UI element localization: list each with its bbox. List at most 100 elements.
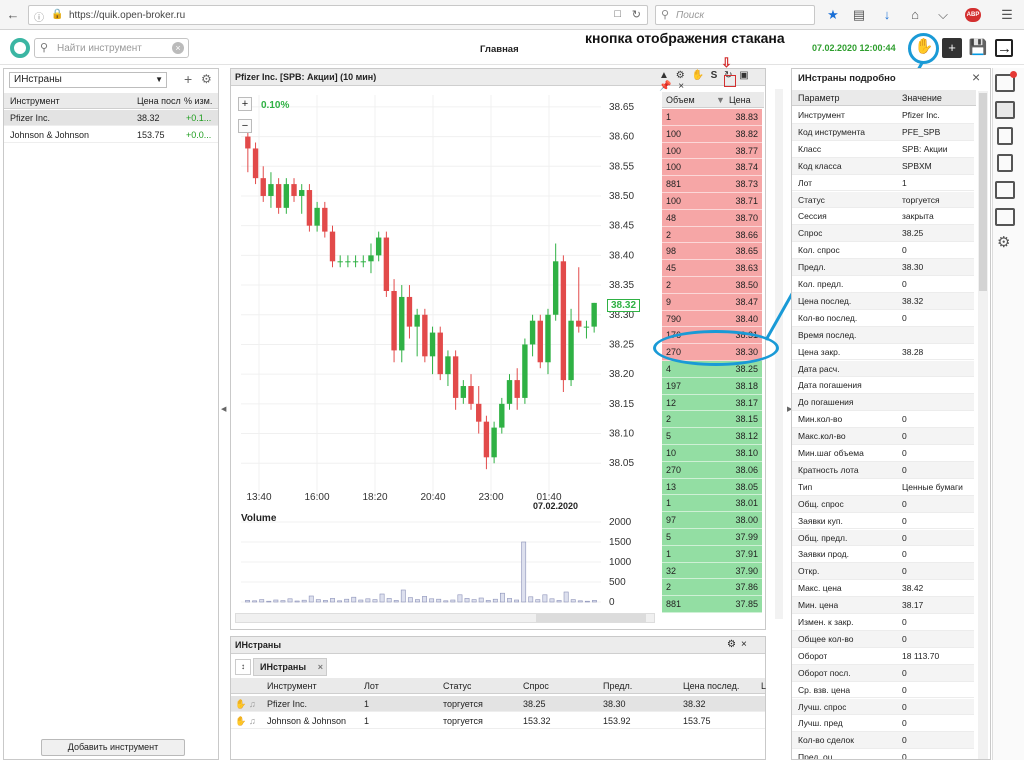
add-icon[interactable]: + [942, 38, 962, 58]
save-icon[interactable]: 💾 [968, 38, 988, 58]
orderbook-row-sell[interactable]: 45 38.63 [662, 260, 762, 277]
close-icon[interactable]: × [741, 639, 747, 650]
col-price[interactable]: Цена [729, 92, 751, 108]
orderbook-row-sell[interactable]: 100 38.77 [662, 142, 762, 160]
orderbook-row-buy[interactable]: 197 38.18 [662, 377, 762, 395]
orderbook-row-buy[interactable]: 5 38.12 [662, 428, 762, 445]
col-lot[interactable]: Лот [364, 678, 379, 694]
tab-instruments[interactable]: ИНстраны × [253, 658, 327, 676]
chart-icon[interactable] [997, 154, 1013, 172]
orderbook-row-buy[interactable]: 270 38.06 [662, 461, 762, 479]
orderbook-row-sell[interactable]: 100 38.82 [662, 125, 762, 143]
orderbook-row-sell[interactable]: 9 38.47 [662, 293, 762, 311]
url-bar[interactable]: ⓘ 🔒 https://quik.open-broker.ru □ ↻ [28, 5, 648, 25]
orderbook-row-sell[interactable]: 48 38.70 [662, 209, 762, 227]
orderbook-row-sell[interactable]: 98 38.65 [662, 243, 762, 261]
download-icon[interactable]: ↓ [878, 6, 896, 24]
gear-icon[interactable]: ⚙ [676, 70, 687, 81]
table-row[interactable]: ✋ ♫ Pfizer Inc. 1 торгуется 38.25 38.30 … [231, 696, 765, 712]
col-instrument[interactable]: Инструмент [267, 678, 317, 694]
adblock-icon[interactable]: ABP [965, 8, 981, 22]
dollar-icon[interactable]: S [711, 70, 720, 81]
orderbook-row-buy[interactable]: 5 37.99 [662, 529, 762, 546]
col-parameter[interactable]: Параметр [798, 90, 840, 106]
col-change[interactable]: % изм. [184, 93, 212, 109]
close-icon[interactable]: × [972, 69, 980, 85]
pocket-icon[interactable]: ⌵ [934, 6, 952, 24]
orderbook-row-sell[interactable]: 790 38.40 [662, 310, 762, 328]
price-chart[interactable]: 38.6538.6038.5538.5038.4538.4038.3538.30… [231, 87, 659, 617]
list-icon[interactable] [997, 127, 1013, 145]
details-scrollbar-thumb[interactable] [979, 93, 987, 291]
home-icon[interactable]: ⌂ [906, 6, 924, 24]
col-status[interactable]: Статус [443, 678, 471, 694]
orderbook-row-sell[interactable]: 1 38.83 [662, 109, 762, 126]
layout-icon[interactable] [995, 101, 1015, 119]
orderbook-row-sell[interactable]: 881 38.73 [662, 176, 762, 193]
watchlist-select[interactable]: ИНстраны ▼ [9, 72, 167, 88]
add-instrument-button[interactable]: Добавить инструмент [41, 739, 185, 756]
bell-icon[interactable]: ♫ [249, 713, 256, 729]
gear-icon[interactable]: ⚙ [997, 233, 1010, 251]
clipboard-icon[interactable]: ▤ [850, 6, 868, 24]
browser-search[interactable]: ⚲ Поиск [655, 5, 815, 25]
detail-value: 0 [902, 245, 907, 256]
reload-icon[interactable]: ↻ [632, 8, 641, 21]
zoom-in-button[interactable]: + [238, 97, 252, 111]
zoom-out-button[interactable]: − [238, 119, 252, 133]
orderbook-icon[interactable]: ▣ [739, 70, 750, 81]
gear-icon[interactable]: ⚙ [201, 72, 212, 86]
details-scrollbar[interactable] [978, 91, 988, 759]
watchlist-row[interactable]: Johnson & Johnson 153.75 +0.0... [4, 127, 218, 143]
instrument-search-input[interactable]: ⚲ Найти инструмент × [34, 38, 189, 58]
add-icon[interactable]: + [184, 71, 192, 87]
orderbook-row-buy[interactable]: 13 38.05 [662, 478, 762, 496]
orderbook-row-buy[interactable]: 10 38.10 [662, 445, 762, 462]
hand-icon[interactable]: ✋ [235, 713, 246, 729]
details-title: ИНстраны подробно [798, 73, 896, 84]
hand-icon[interactable]: ✋ [691, 70, 705, 81]
collapse-icon[interactable]: ▲ [659, 70, 671, 81]
window-icon[interactable] [995, 181, 1015, 199]
col-more[interactable]: L [761, 678, 766, 694]
gear-icon[interactable]: ⚙ [727, 639, 736, 650]
orderbook-row-sell[interactable]: 100 38.74 [662, 159, 762, 177]
menu-icon[interactable]: ☰ [998, 6, 1016, 24]
collapse-left-handle[interactable]: ◀ [221, 405, 226, 413]
orderbook-row-sell[interactable]: 100 38.71 [662, 193, 762, 210]
chart-scrollbar-thumb[interactable] [536, 614, 646, 622]
orderbook-row-buy[interactable]: 2 38.15 [662, 411, 762, 429]
orderbook-row-sell[interactable]: 2 38.50 [662, 277, 762, 294]
orderbook-row-buy[interactable]: 97 38.00 [662, 512, 762, 529]
clear-icon[interactable]: × [172, 42, 184, 54]
close-icon[interactable]: × [318, 659, 323, 675]
tab-scroll-icon[interactable]: ↕ [235, 659, 251, 675]
table-row[interactable]: ✋ ♫ Johnson & Johnson 1 торгуется 153.32… [231, 713, 765, 729]
orderbook-row-buy[interactable]: 32 37.90 [662, 562, 762, 580]
orderbook-row-buy[interactable]: 1 38.01 [662, 495, 762, 513]
orderbook-row-buy[interactable]: 1 37.91 [662, 545, 762, 563]
col-value[interactable]: Значение [902, 90, 942, 106]
close-icon[interactable]: × [678, 81, 686, 92]
orderbook-row-sell[interactable]: 2 38.66 [662, 226, 762, 244]
hand-icon[interactable]: ✋ [235, 696, 246, 712]
orderbook-row-buy[interactable]: 12 38.17 [662, 394, 762, 412]
orderbook-row-buy[interactable]: 881 37.85 [662, 596, 762, 613]
chart-scrollbar[interactable] [235, 613, 655, 623]
col-instrument[interactable]: Инструмент [10, 93, 60, 109]
back-icon[interactable]: ← [4, 6, 22, 24]
col-last-price[interactable]: Цена посл [137, 93, 181, 109]
col-ask[interactable]: Предл. [603, 678, 632, 694]
page-icon[interactable]: □ [614, 8, 621, 20]
star-icon[interactable]: ★ [824, 6, 842, 24]
annotation-label: кнопка отображения стакана [585, 30, 785, 46]
pin-icon[interactable]: 📌 [659, 81, 673, 92]
orderbook-row-buy[interactable]: 2 37.86 [662, 579, 762, 597]
table-icon[interactable] [995, 208, 1015, 226]
col-volume[interactable]: Объем [666, 92, 695, 108]
watchlist-row[interactable]: Pfizer Inc. 38.32 +0.1... [4, 110, 218, 126]
col-last-price[interactable]: Цена послед. [683, 678, 739, 694]
bell-icon[interactable]: ♫ [249, 696, 256, 712]
logout-icon[interactable]: → [995, 39, 1013, 57]
col-bid[interactable]: Спрос [523, 678, 549, 694]
